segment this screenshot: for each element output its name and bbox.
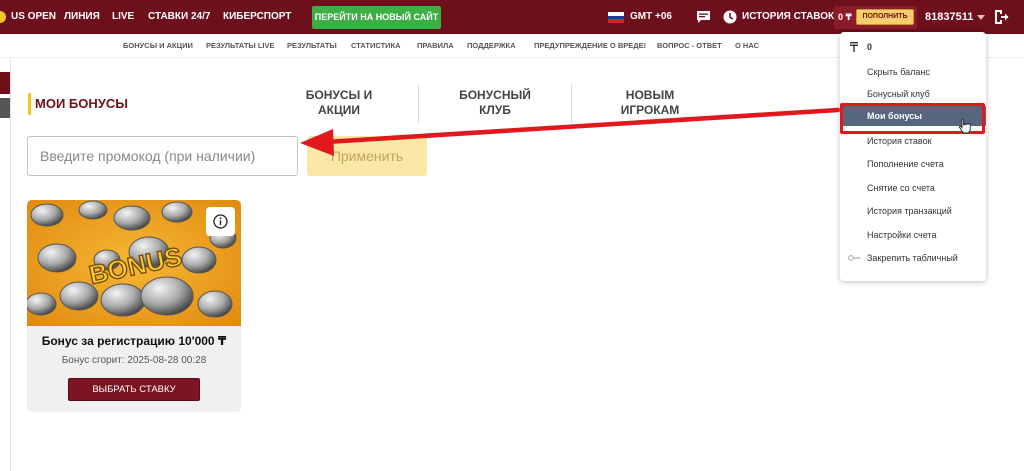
subnav-faq[interactable]: ВОПРОС - ОТВЕТ <box>657 34 722 58</box>
info-icon <box>213 214 228 229</box>
subnav-support[interactable]: ПОДДЕРЖКА <box>467 34 516 58</box>
nav-liniya[interactable]: ЛИНИЯ <box>64 0 100 34</box>
choose-bet-button[interactable]: ВЫБРАТЬ СТАВКУ <box>68 378 200 401</box>
dropdown-balance: 0 <box>867 42 873 52</box>
top-bar: US OPEN ЛИНИЯ LIVE СТАВКИ 24/7 КИБЕРСПОР… <box>0 0 1024 34</box>
info-button[interactable] <box>206 207 235 236</box>
subnav-about[interactable]: О НАС <box>735 34 759 58</box>
tab-line: АКЦИИ <box>317 103 360 117</box>
subnav-live-results[interactable]: РЕЗУЛЬТАТЫ LIVE <box>206 34 275 58</box>
left-divider <box>10 58 11 471</box>
account-dropdown: 0 Скрыть баланс Бонусный клуб Мои бонусы… <box>840 32 986 281</box>
menu-bet-history[interactable]: История ставок <box>840 131 986 151</box>
tab-bonuses-promos[interactable]: БОНУСЫ И АКЦИИ <box>300 88 378 120</box>
side-tab[interactable] <box>0 98 10 118</box>
tab-line: БОНУСЫ И <box>305 88 373 102</box>
subnav-statistics[interactable]: СТАТИСТИКА <box>351 34 401 58</box>
menu-pin-table[interactable]: Закрепить табличный <box>840 248 986 268</box>
hand-cursor-icon <box>959 118 971 134</box>
chat-icon[interactable] <box>696 10 711 24</box>
tab-line: ИГРОКАМ <box>620 103 680 117</box>
bonus-card: BONUS Бонус за регистрацию 10'000 ₸ Бону… <box>27 200 241 412</box>
subnav-results[interactable]: РЕЗУЛЬТАТЫ <box>287 34 337 58</box>
tab-new-players[interactable]: НОВЫМ ИГРОКАМ <box>610 88 690 120</box>
timezone-label[interactable]: GMT +06 <box>630 0 672 34</box>
nav-esports[interactable]: КИБЕРСПОРТ <box>223 0 291 34</box>
logout-icon[interactable] <box>993 9 1009 25</box>
tab-line: КЛУБ <box>479 103 511 117</box>
tab-line: БОНУСНЫЙ <box>459 88 531 102</box>
tab-divider <box>418 85 419 123</box>
subnav-bonuses[interactable]: БОНУСЫ И АКЦИИ <box>123 34 193 58</box>
nav-stavki-247[interactable]: СТАВКИ 24/7 <box>148 0 210 34</box>
bonus-title: Бонус за регистрацию 10'000 ₸ <box>41 334 227 348</box>
page-title: МОИ БОНУСЫ <box>28 93 128 115</box>
nav-us-open[interactable]: US OPEN <box>11 0 56 34</box>
deposit-button[interactable]: ПОПОЛНИТЬ <box>856 9 914 25</box>
subnav-harm-warning[interactable]: ПРЕДУПРЕЖДЕНИЕ О ВРЕДЕ! <box>534 34 646 58</box>
clock-icon[interactable] <box>723 10 737 24</box>
menu-transactions[interactable]: История транзакций <box>840 201 986 221</box>
tab-bonus-club[interactable]: БОНУСНЫЙ КЛУБ <box>455 88 535 120</box>
menu-account-settings[interactable]: Настройки счета <box>840 225 986 245</box>
nav-live[interactable]: LIVE <box>112 0 134 34</box>
subnav-rules[interactable]: ПРАВИЛА <box>417 34 454 58</box>
apply-button[interactable]: Применить <box>307 136 427 176</box>
russia-flag-icon[interactable] <box>608 12 624 24</box>
side-tab-active[interactable] <box>0 72 10 94</box>
promo-code-input[interactable] <box>27 136 298 176</box>
menu-bonus-club[interactable]: Бонусный клуб <box>840 84 986 104</box>
menu-hide-balance[interactable]: Скрыть баланс <box>840 62 986 82</box>
chevron-down-icon[interactable] <box>977 15 985 20</box>
account-id[interactable]: 81837511 <box>925 0 973 34</box>
new-site-button[interactable]: ПЕРЕЙТИ НА НОВЫЙ САЙТ <box>312 6 441 29</box>
bonus-expiry: Бонус сгорит: 2025-08-28 00:28 <box>61 355 207 366</box>
tab-line: НОВЫМ <box>625 88 675 102</box>
menu-deposit[interactable]: Пополнение счета <box>840 154 986 174</box>
bet-history-link[interactable]: ИСТОРИЯ СТАВОК <box>742 0 834 34</box>
balance-value: 0 ₸ <box>838 12 852 22</box>
menu-withdraw[interactable]: Снятие со счета <box>840 178 986 198</box>
tab-divider <box>571 85 572 123</box>
logo-icon <box>0 11 6 23</box>
